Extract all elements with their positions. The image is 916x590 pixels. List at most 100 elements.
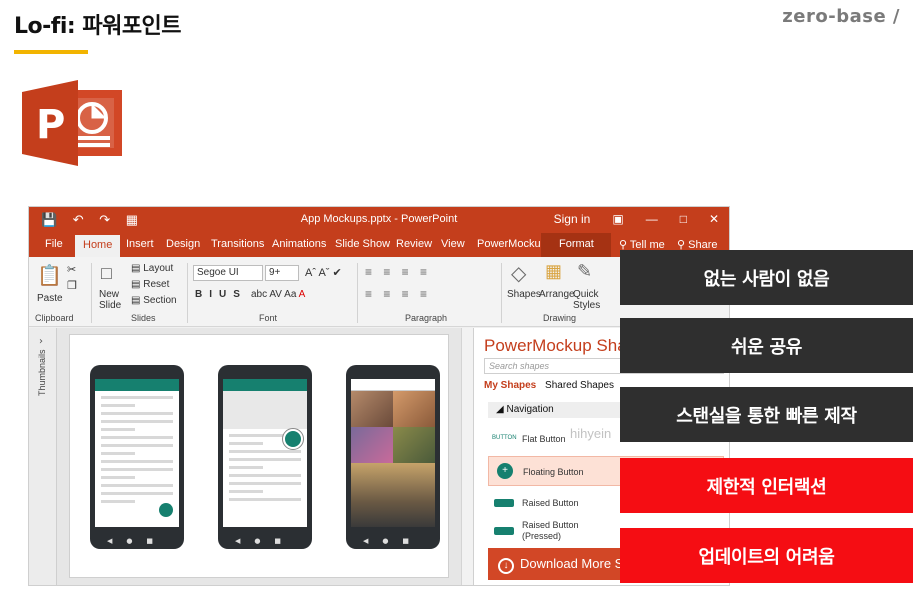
- brand-logo: zero-base /: [782, 6, 900, 27]
- new-slide-button[interactable]: New Slide: [99, 289, 129, 311]
- phone-mockup-edit-contact[interactable]: ◀●■: [218, 365, 312, 549]
- phone-screen: [351, 379, 435, 527]
- minimize-icon[interactable]: —: [646, 212, 658, 226]
- ppt-titlebar: 💾 ↶ ↷ ▦ App Mockups.pptx - PowerPoint Si…: [29, 207, 729, 233]
- slide-canvas[interactable]: ◀●■ ◀●■ ◀●■: [69, 334, 449, 578]
- font-format-icons[interactable]: BIUS: [195, 289, 247, 300]
- paste-button[interactable]: Paste: [37, 293, 63, 304]
- contact-photo-placeholder: [223, 391, 307, 429]
- cut-icon[interactable]: ✂: [67, 263, 76, 276]
- panel-title: PowerMockup Shap: [484, 336, 637, 355]
- layout-label: Layout: [143, 263, 174, 274]
- font-size-select[interactable]: 9+: [265, 265, 299, 281]
- tab-animations[interactable]: Animations: [272, 238, 326, 250]
- group-font: Font: [259, 313, 278, 323]
- tab-view[interactable]: View: [441, 238, 465, 250]
- ribbon-divider: [501, 263, 502, 323]
- tab-home[interactable]: Home: [75, 235, 121, 257]
- phone-screen: [223, 379, 307, 527]
- slide-editing-area: ◀●■ ◀●■ ◀●■: [57, 328, 469, 585]
- phone-app-bar: [223, 379, 307, 391]
- ribbon-divider: [91, 263, 92, 323]
- shapes-button[interactable]: Shapes: [507, 289, 541, 300]
- list-icons[interactable]: ≡ ≡ ≡ ≡: [365, 265, 431, 279]
- thumbnails-label: Thumbnails: [37, 349, 47, 396]
- copy-icon[interactable]: ❐: [67, 279, 77, 292]
- vertical-scrollbar[interactable]: [461, 328, 473, 585]
- tab-insert[interactable]: Insert: [126, 238, 154, 250]
- align-icons[interactable]: ≡ ≡ ≡ ≡: [365, 287, 431, 301]
- phone-mockup-inbox[interactable]: ◀●■: [90, 365, 184, 549]
- download-icon: ↓: [498, 558, 514, 574]
- ribbon-display-icon[interactable]: ▣: [612, 212, 623, 226]
- phone-mockup-gallery[interactable]: ◀●■: [346, 365, 440, 549]
- phone-app-bar: [351, 379, 435, 391]
- tab-slide-show[interactable]: Slide Show: [335, 238, 390, 250]
- reset-button[interactable]: ▤ Reset: [131, 279, 169, 290]
- quick-styles-button[interactable]: Quick Styles: [573, 289, 603, 311]
- paste-icon[interactable]: 📋: [37, 263, 62, 288]
- section-label: Section: [143, 295, 177, 306]
- quick-styles-icon[interactable]: ✎: [577, 261, 592, 282]
- reset-label: Reset: [143, 279, 170, 290]
- layout-button[interactable]: ▤ Layout: [131, 263, 173, 274]
- tab-format[interactable]: Format: [541, 233, 611, 257]
- arrange-button[interactable]: Arrange: [539, 289, 575, 300]
- group-slides: Slides: [131, 313, 156, 323]
- raised-button-pressed-preview: [494, 527, 514, 535]
- feature-limited-interaction: 제한적 인터랙션: [620, 458, 913, 513]
- panel-tabs: My Shapes Shared Shapes: [484, 380, 614, 391]
- photo-thumbnail: [351, 427, 393, 463]
- maximize-icon[interactable]: □: [680, 212, 687, 226]
- thumbnails-pane[interactable]: › Thumbnails: [29, 328, 57, 585]
- floating-action-button: [159, 503, 173, 517]
- phone-nav-bar: ◀●■: [234, 537, 296, 545]
- shape-label: Floating Button: [523, 467, 584, 477]
- group-paragraph: Paragraph: [405, 313, 448, 323]
- section-button[interactable]: ▤ Section: [131, 295, 177, 306]
- ribbon-divider: [357, 263, 358, 323]
- tab-my-shapes[interactable]: My Shapes: [484, 380, 536, 391]
- feature-easy-sharing: 쉬운 공유: [620, 318, 913, 373]
- photo-thumbnail: [393, 427, 435, 463]
- logo-letter: P: [36, 102, 65, 148]
- page-title: Lo-fi: 파워포인트: [14, 14, 182, 39]
- shapes-icon[interactable]: ◇: [511, 261, 526, 286]
- font-grow-icons[interactable]: Aˆ Aˇ ✔: [305, 266, 342, 279]
- group-clipboard: Clipboard: [35, 313, 74, 323]
- tab-file[interactable]: File: [45, 238, 63, 250]
- font-effects-icons[interactable]: abc AV Aa A: [251, 289, 305, 300]
- close-icon[interactable]: ✕: [709, 212, 719, 226]
- ribbon-divider: [187, 263, 188, 323]
- arrange-icon[interactable]: ▦: [545, 261, 562, 282]
- phone-app-bar: [95, 379, 179, 391]
- group-drawing: Drawing: [543, 313, 577, 323]
- raised-button-preview: [494, 499, 514, 507]
- tab-powermockup[interactable]: PowerMockup: [477, 238, 547, 250]
- tab-design[interactable]: Design: [166, 238, 200, 250]
- font-name-select[interactable]: Segoe UI: [193, 265, 263, 281]
- tab-review[interactable]: Review: [396, 238, 432, 250]
- watermark-text: hihyein: [570, 426, 612, 441]
- phone-nav-bar: ◀●■: [106, 537, 168, 545]
- shape-label: Flat Button: [522, 434, 566, 444]
- new-slide-icon[interactable]: □: [101, 263, 112, 284]
- section-label: Navigation: [506, 404, 554, 415]
- phone-nav-bar: ◀●■: [362, 537, 424, 545]
- expand-thumbnails-icon[interactable]: ›: [39, 336, 43, 347]
- feature-stencil-fast: 스탠실을 통한 빠른 제작: [620, 387, 913, 442]
- flat-button-preview: BUTTON: [492, 435, 517, 441]
- photo-thumbnail: [351, 391, 393, 427]
- feature-ubiquitous: 없는 사람이 없음: [620, 250, 913, 305]
- font-color-icon[interactable]: A: [299, 289, 306, 300]
- signin-link[interactable]: Sign in: [554, 212, 591, 226]
- download-label: Download More S: [520, 556, 624, 571]
- selected-fab-shape: [282, 428, 304, 450]
- tab-transitions[interactable]: Transitions: [211, 238, 264, 250]
- window-controls[interactable]: Sign in ▣ — □ ✕: [554, 212, 719, 226]
- phone-screen: [95, 379, 179, 527]
- powerpoint-logo-icon: P: [22, 80, 122, 166]
- feature-hard-to-update: 업데이트의 어려움: [620, 528, 913, 583]
- tab-shared-shapes[interactable]: Shared Shapes: [545, 380, 614, 391]
- shape-label: Raised Button: [522, 498, 579, 508]
